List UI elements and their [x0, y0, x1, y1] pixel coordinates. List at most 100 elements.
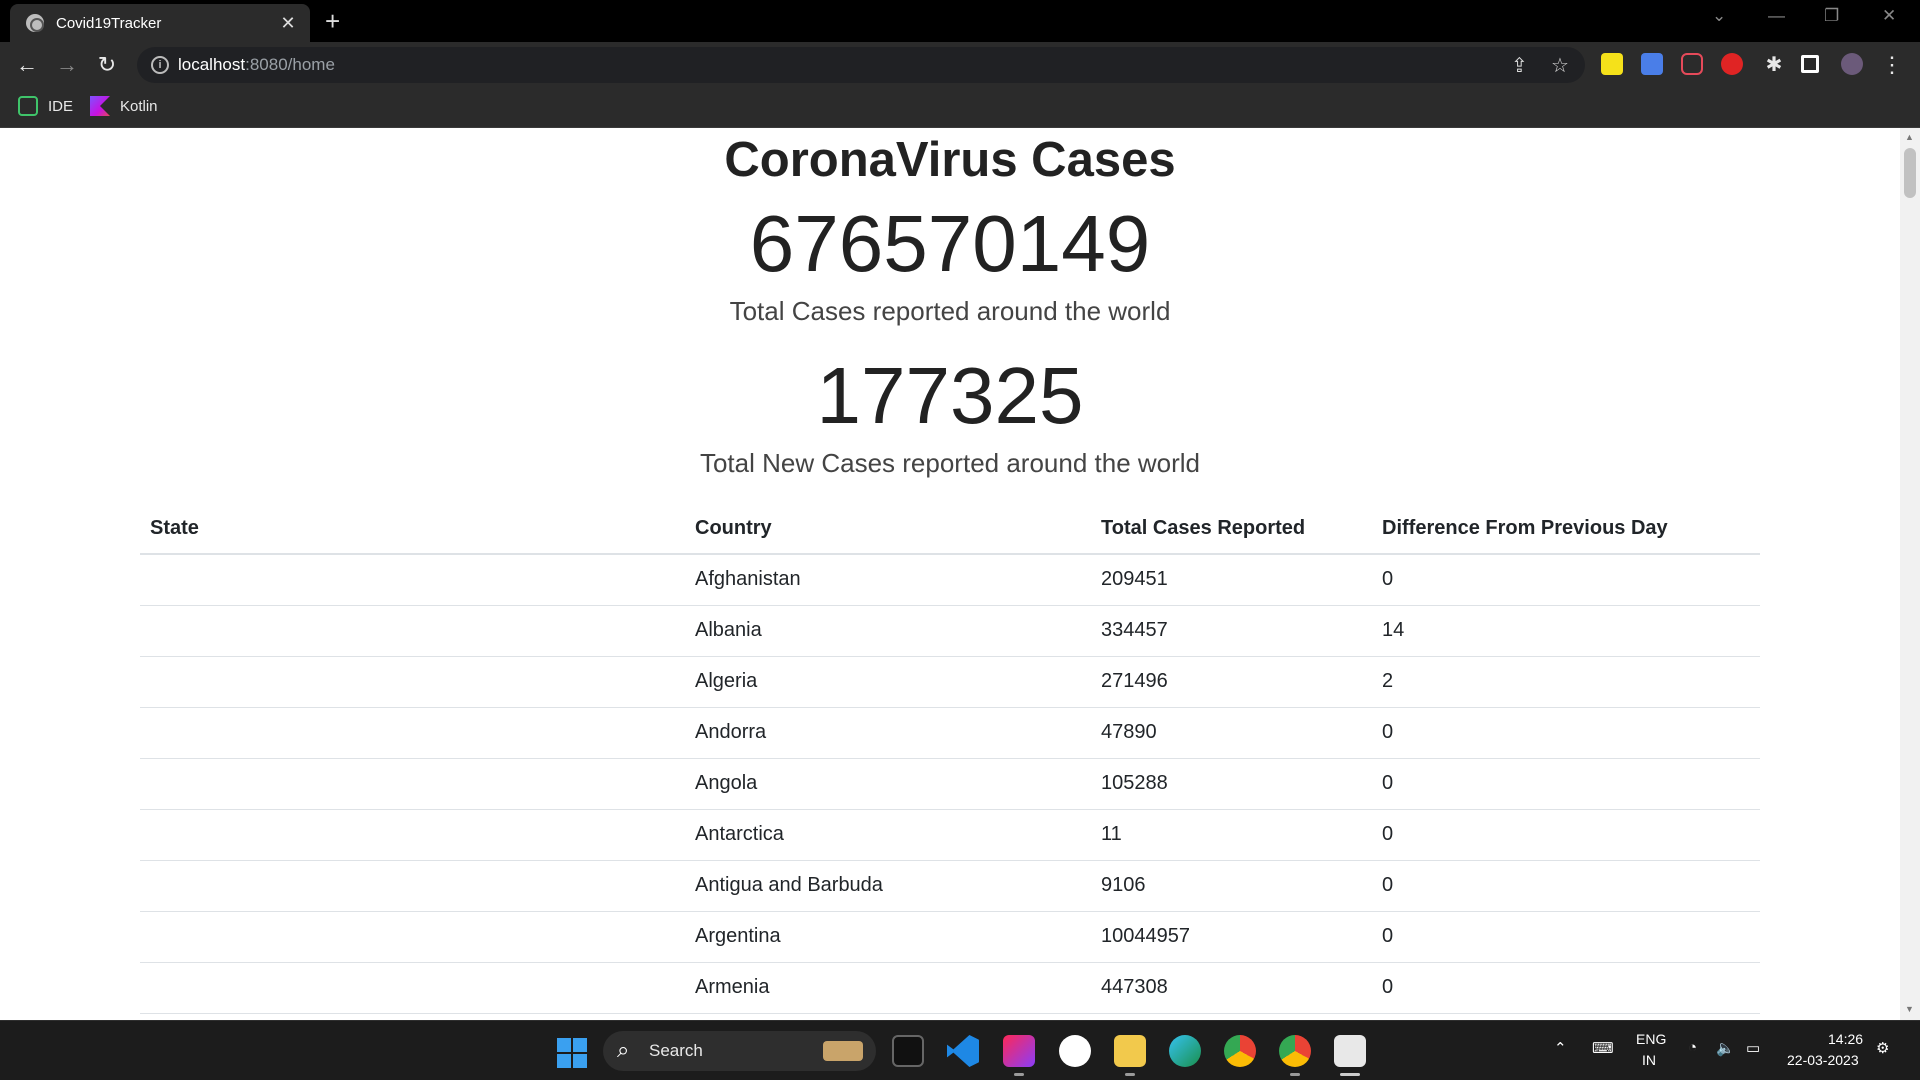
- language-bottom[interactable]: IN: [1642, 1052, 1656, 1068]
- column-header-state: State: [140, 503, 685, 555]
- intellij-app-icon[interactable]: [1003, 1035, 1035, 1067]
- back-icon[interactable]: ←: [12, 50, 42, 80]
- vscode-app-icon[interactable]: [947, 1035, 979, 1067]
- cell-country: Afghanistan: [685, 554, 1091, 606]
- scroll-up-icon[interactable]: ▲: [1905, 132, 1914, 142]
- tab-search-chevron-icon[interactable]: ⌄: [1712, 6, 1726, 26]
- globe-icon: [26, 14, 44, 32]
- window-close-icon[interactable]: ✕: [1882, 6, 1896, 26]
- keyboard-icon[interactable]: ⌨: [1592, 1039, 1614, 1057]
- new-tab-button[interactable]: +: [325, 6, 340, 36]
- scrollbar-thumb[interactable]: [1904, 148, 1916, 198]
- clock-date[interactable]: 22-03-2023: [1787, 1052, 1859, 1068]
- chrome-profile-app-icon[interactable]: [1279, 1035, 1311, 1067]
- cell-state: [140, 809, 685, 861]
- show-hidden-icons-icon[interactable]: ⌃: [1554, 1039, 1567, 1057]
- table-row: Algeria 271496 2: [140, 656, 1760, 708]
- translate-extension-icon[interactable]: [1641, 53, 1663, 75]
- search-highlight-icon: [823, 1041, 863, 1061]
- bookmarks-bar: IDE Kotlin: [0, 88, 1920, 128]
- reload-icon[interactable]: ↻: [92, 50, 122, 80]
- file-explorer-app-icon[interactable]: [1114, 1035, 1146, 1067]
- cell-state: [140, 911, 685, 963]
- url-text[interactable]: localhost:8080/home: [178, 55, 335, 75]
- wifi-icon[interactable]: ◔: [1688, 1039, 1697, 1056]
- windows-taskbar: ⌕ Search ⌃ ⌨ ENG IN ◔ 🔈 ▭ 14:26 22-03-20…: [0, 1020, 1920, 1080]
- column-header-country: Country: [685, 503, 1091, 555]
- cell-state: [140, 656, 685, 708]
- cell-diff: 2: [1372, 656, 1760, 708]
- snipping-tool-app-icon[interactable]: [1334, 1035, 1366, 1067]
- windows-start-icon[interactable]: [557, 1038, 587, 1068]
- cell-country: Antigua and Barbuda: [685, 860, 1091, 912]
- tab-strip: Covid19Tracker ✕ + ⌄ — ❐ ✕: [0, 0, 1920, 42]
- cell-country: Armenia: [685, 962, 1091, 1014]
- bookmark-ide[interactable]: IDE: [18, 96, 73, 116]
- chrome-app-icon[interactable]: [1224, 1035, 1256, 1067]
- word-app-icon[interactable]: [1059, 1035, 1091, 1067]
- cell-total: 271496: [1091, 656, 1372, 708]
- forward-icon[interactable]: →: [52, 50, 82, 80]
- cases-table: State Country Total Cases Reported Diffe…: [140, 503, 1760, 1014]
- cell-state: [140, 707, 685, 759]
- cell-diff: 0: [1372, 911, 1760, 963]
- active-indicator: [1340, 1073, 1360, 1076]
- minimize-icon[interactable]: —: [1768, 6, 1785, 26]
- cell-total: 10044957: [1091, 911, 1372, 963]
- notifications-icon[interactable]: ⚙: [1876, 1039, 1889, 1057]
- ide-icon: [18, 96, 38, 116]
- cell-diff: 0: [1372, 554, 1760, 606]
- browser-toolbar: ← → ↻ i localhost:8080/home ⇪ ☆ ✱ ⋮: [0, 42, 1920, 88]
- sticky-notes-extension-icon[interactable]: [1601, 53, 1623, 75]
- column-header-total: Total Cases Reported: [1091, 503, 1372, 555]
- block-extension-icon[interactable]: [1721, 53, 1743, 75]
- bookmark-kotlin[interactable]: Kotlin: [90, 96, 158, 116]
- cell-state: [140, 605, 685, 657]
- extensions-puzzle-icon[interactable]: ✱: [1759, 50, 1789, 80]
- table-header-row: State Country Total Cases Reported Diffe…: [140, 503, 1760, 555]
- side-panel-icon[interactable]: [1801, 55, 1819, 73]
- browser-tab[interactable]: Covid19Tracker ✕: [10, 4, 310, 42]
- cell-total: 47890: [1091, 707, 1372, 759]
- table-row: Andorra 47890 0: [140, 707, 1760, 759]
- bookmark-label: IDE: [48, 97, 74, 115]
- terminal-app-icon[interactable]: [892, 1035, 924, 1067]
- total-cases-count: 676570149: [749, 199, 1151, 288]
- cell-total: 9106: [1091, 860, 1372, 912]
- close-tab-icon[interactable]: ✕: [278, 13, 298, 34]
- cell-diff: 0: [1372, 758, 1760, 810]
- cell-diff: 0: [1372, 962, 1760, 1014]
- bookmark-label: Kotlin: [120, 97, 158, 115]
- menu-dots-icon[interactable]: ⋮: [1877, 50, 1907, 80]
- kotlin-icon: [90, 96, 110, 116]
- taskbar-search-box[interactable]: ⌕ Search: [603, 1031, 876, 1071]
- cell-state: [140, 860, 685, 912]
- scroll-down-icon[interactable]: ▼: [1905, 1004, 1914, 1014]
- volume-icon[interactable]: 🔈: [1716, 1039, 1735, 1057]
- table-row: Albania 334457 14: [140, 605, 1760, 657]
- restore-icon[interactable]: ❐: [1824, 6, 1839, 26]
- running-indicator: [1125, 1073, 1135, 1076]
- cell-country: Angola: [685, 758, 1091, 810]
- running-indicator: [1014, 1073, 1024, 1076]
- tab-title: Covid19Tracker: [56, 14, 162, 32]
- cell-country: Andorra: [685, 707, 1091, 759]
- table-row: Angola 105288 0: [140, 758, 1760, 810]
- new-cases-label: Total New Cases reported around the worl…: [699, 448, 1201, 478]
- edge-app-icon[interactable]: [1169, 1035, 1201, 1067]
- address-bar[interactable]: i localhost:8080/home ⇪ ☆: [137, 47, 1585, 83]
- language-top[interactable]: ENG: [1636, 1031, 1666, 1047]
- total-cases-label: Total Cases reported around the world: [729, 296, 1171, 326]
- page-scrollbar[interactable]: ▲ ▼: [1900, 128, 1920, 1020]
- profile-avatar[interactable]: [1841, 53, 1863, 75]
- battery-icon[interactable]: ▭: [1746, 1039, 1760, 1057]
- cell-diff: 14: [1372, 605, 1760, 657]
- pocket-extension-icon[interactable]: [1681, 53, 1703, 75]
- cell-country: Algeria: [685, 656, 1091, 708]
- share-icon[interactable]: ⇪: [1511, 53, 1528, 78]
- clock-time[interactable]: 14:26: [1828, 1031, 1863, 1047]
- site-info-icon[interactable]: i: [151, 56, 169, 74]
- cell-total: 447308: [1091, 962, 1372, 1014]
- bookmark-star-icon[interactable]: ☆: [1551, 53, 1569, 78]
- cell-diff: 0: [1372, 860, 1760, 912]
